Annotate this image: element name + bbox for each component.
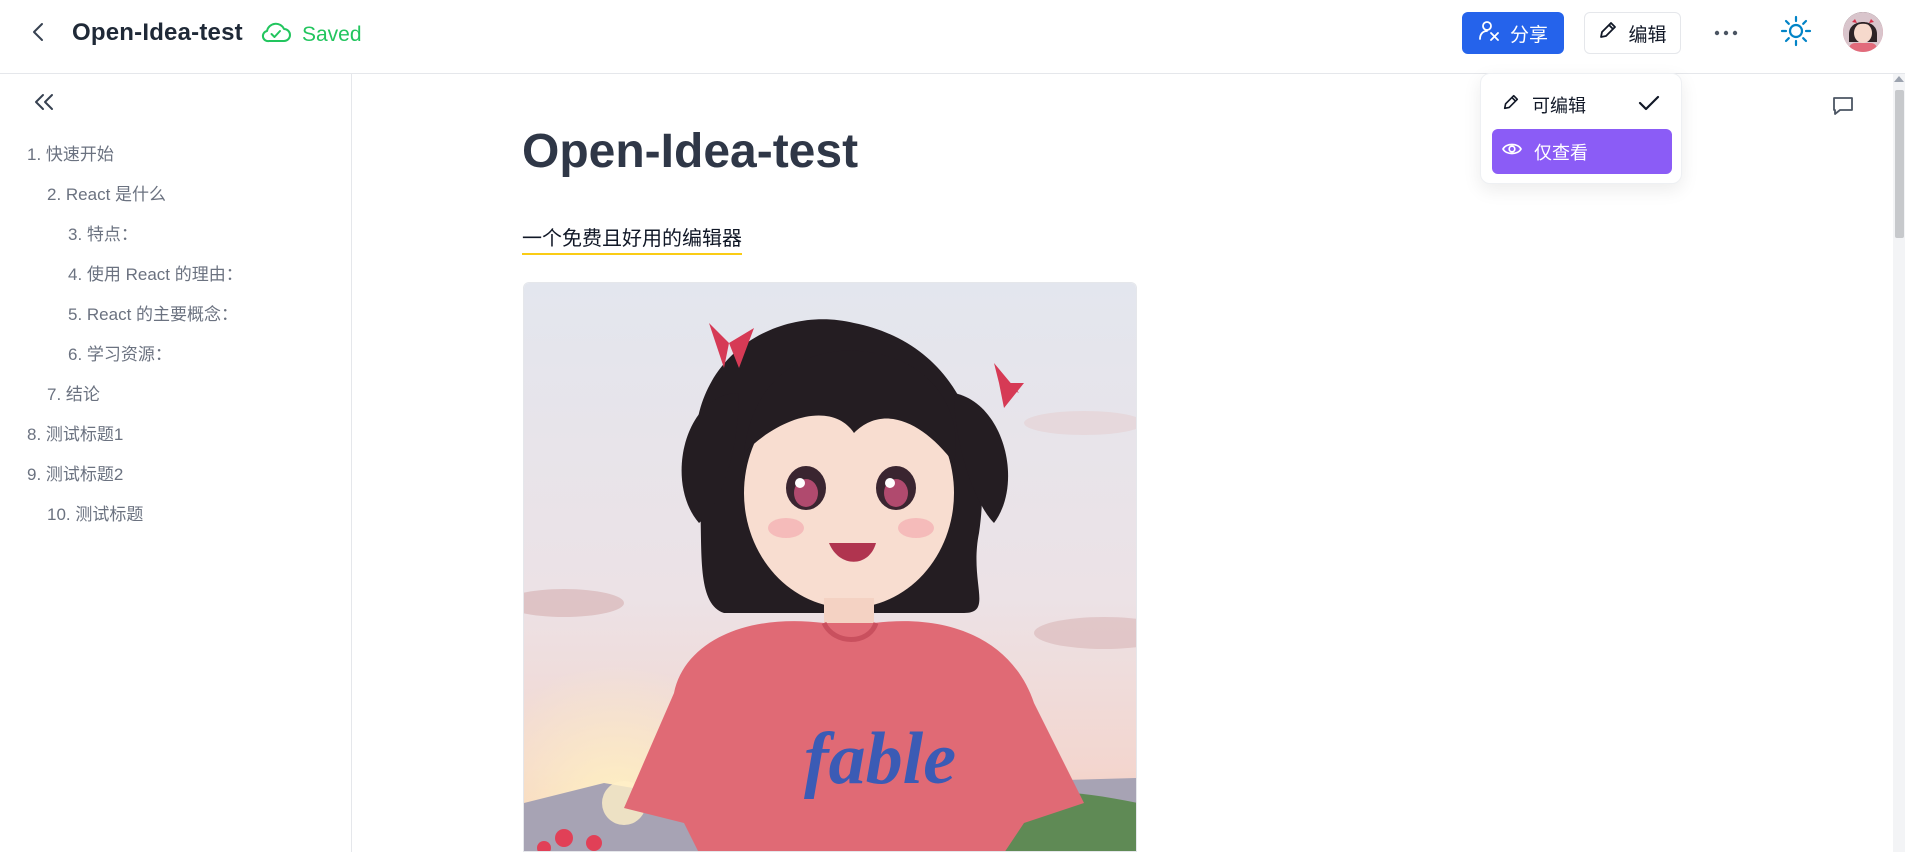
- table-of-contents-sidebar: 1. 快速开始 2. React 是什么 3. 特点： 4. 使用 React …: [0, 74, 352, 852]
- cloud-check-icon: [260, 19, 292, 51]
- page-subtitle[interactable]: 一个免费且好用的编辑器: [522, 222, 742, 255]
- edit-button[interactable]: 编辑: [1584, 12, 1681, 54]
- toc-item[interactable]: 5. React 的主要概念：: [68, 300, 238, 325]
- user-avatar[interactable]: [1843, 12, 1883, 52]
- theme-toggle-button[interactable]: [1778, 15, 1814, 51]
- toc-item[interactable]: 3. 特点：: [68, 220, 138, 245]
- scroll-up-arrow-icon[interactable]: [1894, 76, 1904, 82]
- mode-option-label: 仅查看: [1534, 142, 1588, 163]
- share-label: 分享: [1509, 24, 1548, 46]
- toc-item[interactable]: 1. 快速开始: [27, 140, 114, 165]
- edit-mode-dropdown: 可编辑 仅查看: [1480, 73, 1682, 184]
- toc-item[interactable]: 10. 测试标题: [47, 500, 143, 525]
- chevrons-left-icon: [33, 93, 55, 116]
- pencil-icon: [1502, 93, 1520, 116]
- page-title: Open-Idea-test: [522, 125, 859, 178]
- comment-button[interactable]: [1827, 92, 1859, 124]
- edit-label: 编辑: [1628, 24, 1667, 46]
- content-image[interactable]: fable: [523, 282, 1137, 852]
- mode-option-view-only[interactable]: 仅查看: [1492, 129, 1672, 174]
- toc-item[interactable]: 6. 学习资源：: [68, 340, 172, 365]
- mode-option-label: 可编辑: [1532, 95, 1586, 116]
- mode-option-editable[interactable]: 可编辑: [1492, 82, 1672, 127]
- sun-icon: [1780, 15, 1812, 52]
- eye-icon: [1502, 141, 1522, 162]
- back-button[interactable]: [22, 18, 54, 50]
- shirt-text: fable: [804, 718, 956, 800]
- saved-label: Saved: [302, 23, 362, 46]
- toc-item[interactable]: 7. 结论: [47, 380, 100, 405]
- toc-item[interactable]: 9. 测试标题2: [27, 460, 123, 485]
- toc-item[interactable]: 2. React 是什么: [47, 180, 166, 205]
- message-square-icon: [1832, 95, 1854, 122]
- toc-item[interactable]: 4. 使用 React 的理由：: [68, 260, 243, 285]
- share-button[interactable]: 分享: [1462, 12, 1564, 54]
- more-options-button[interactable]: [1706, 17, 1746, 49]
- saved-status: Saved: [260, 19, 362, 51]
- scrollbar-thumb[interactable]: [1895, 90, 1904, 238]
- chevron-left-icon: [30, 21, 46, 48]
- more-horizontal-icon: [1714, 24, 1738, 42]
- check-icon: [1638, 94, 1660, 117]
- document-title: Open-Idea-test: [72, 19, 243, 46]
- pencil-icon: [1598, 20, 1618, 46]
- collapse-sidebar-button[interactable]: [28, 90, 60, 118]
- editor-content: Open-Idea-test 一个免费且好用的编辑器 fable: [353, 74, 1893, 852]
- toc-item[interactable]: 8. 测试标题1: [27, 420, 123, 445]
- user-share-icon: [1478, 19, 1500, 47]
- top-header: Open-Idea-test Saved 分享 编辑: [0, 0, 1905, 74]
